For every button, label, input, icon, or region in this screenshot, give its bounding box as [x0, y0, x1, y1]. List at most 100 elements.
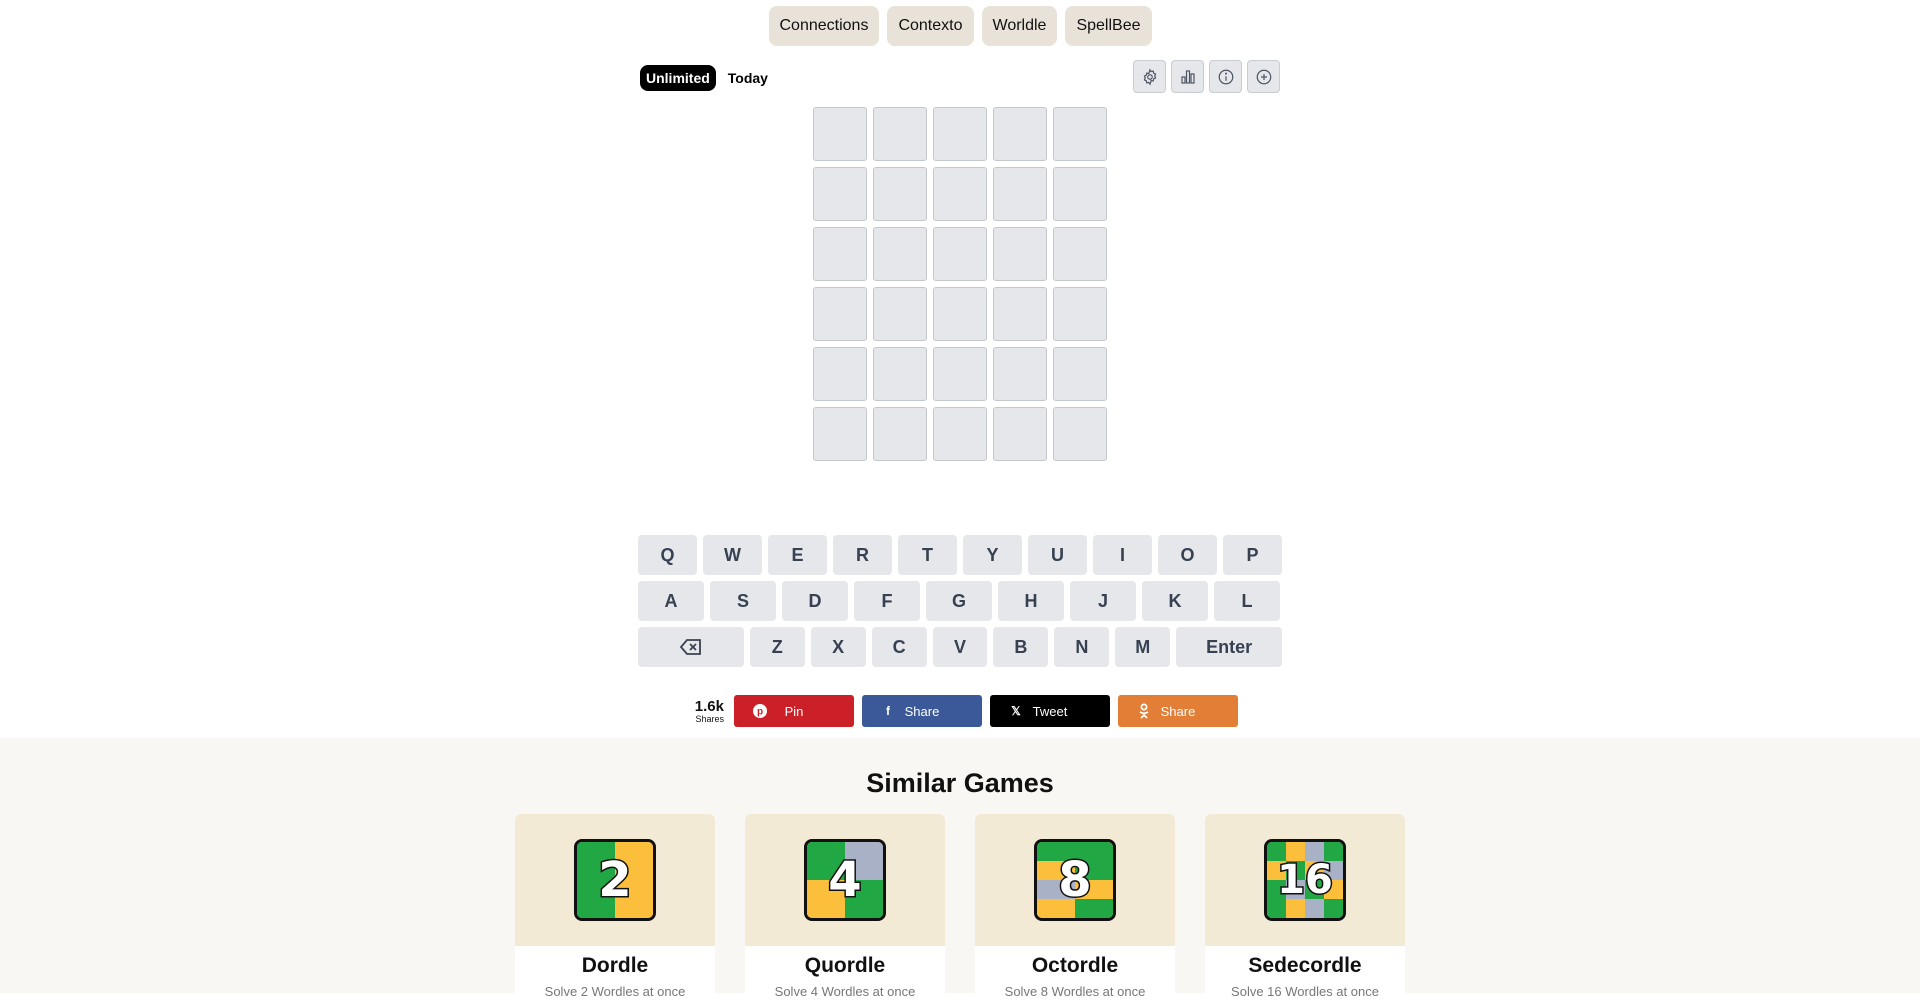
board-tile	[813, 107, 867, 161]
board-tile	[933, 407, 987, 461]
odnoklassniki-share-button[interactable]: Share	[1118, 695, 1238, 727]
share-count-label: Shares	[695, 713, 724, 724]
x-share-button[interactable]: 𝕏 Tweet	[990, 695, 1110, 727]
board-tile	[933, 287, 987, 341]
nav-spellbee[interactable]: SpellBee	[1065, 6, 1152, 46]
key-j[interactable]: J	[1070, 581, 1136, 621]
game-card-description: Solve 4 Wordles at once	[774, 984, 916, 999]
stats-button[interactable]	[1171, 60, 1204, 93]
key-t[interactable]: T	[898, 535, 957, 575]
key-a[interactable]: A	[638, 581, 704, 621]
key-z[interactable]: Z	[749, 627, 805, 667]
backspace-icon	[679, 639, 701, 655]
board-tile	[1053, 347, 1107, 401]
game-logo-icon: 16	[1264, 839, 1346, 921]
backspace-key[interactable]	[638, 627, 744, 667]
board-tile	[873, 227, 927, 281]
board-tile	[873, 107, 927, 161]
board-tile	[813, 167, 867, 221]
game-card-image: 4	[745, 814, 945, 946]
board-tile	[813, 407, 867, 461]
board-tile	[993, 107, 1047, 161]
key-s[interactable]: S	[710, 581, 776, 621]
game-card-description: Solve 8 Wordles at once	[1004, 984, 1146, 999]
similar-games-section: Similar Games 2 Dordle Solve 2 Wordles at …	[0, 738, 1920, 1004]
svg-text:p: p	[757, 707, 763, 718]
key-c[interactable]: C	[871, 627, 927, 667]
board-tile	[813, 287, 867, 341]
key-i[interactable]: I	[1093, 535, 1152, 575]
enter-key[interactable]: Enter	[1176, 627, 1282, 667]
mode-toggle: Unlimited Today	[640, 64, 770, 92]
odnoklassniki-icon	[1136, 703, 1152, 719]
board-tile	[933, 107, 987, 161]
key-h[interactable]: H	[998, 581, 1064, 621]
pinterest-share-button[interactable]: p Pin	[734, 695, 854, 727]
facebook-icon: f	[886, 704, 890, 718]
board-tile	[993, 227, 1047, 281]
game-card-title: Dordle	[581, 954, 649, 977]
nav-connections[interactable]: Connections	[768, 6, 880, 46]
game-logo-icon: 4	[804, 839, 886, 921]
toolbar	[1133, 60, 1280, 93]
info-button[interactable]	[1209, 60, 1242, 93]
board-tile	[933, 167, 987, 221]
game-card-title: Sedecordle	[1248, 954, 1362, 977]
x-icon: 𝕏	[1011, 704, 1021, 718]
bar-chart-icon	[1180, 69, 1195, 84]
game-card-dordle[interactable]: 2 Dordle Solve 2 Wordles at once	[515, 814, 715, 1004]
game-card-title: Quordle	[804, 954, 886, 977]
board-tile	[993, 167, 1047, 221]
game-card-quordle[interactable]: 4 Quordle Solve 4 Wordles at once	[745, 814, 945, 1004]
game-card-description: Solve 16 Wordles at once	[1231, 984, 1379, 999]
key-b[interactable]: B	[993, 627, 1049, 667]
key-o[interactable]: O	[1158, 535, 1217, 575]
key-r[interactable]: R	[833, 535, 892, 575]
board-tile	[993, 347, 1047, 401]
info-icon	[1218, 69, 1233, 84]
key-y[interactable]: Y	[963, 535, 1022, 575]
board-tile	[873, 287, 927, 341]
game-logo-number: 4	[827, 851, 863, 910]
key-l[interactable]: L	[1214, 581, 1280, 621]
key-e[interactable]: E	[768, 535, 827, 575]
key-u[interactable]: U	[1028, 535, 1087, 575]
key-f[interactable]: F	[854, 581, 920, 621]
gear-icon	[1143, 68, 1156, 85]
key-m[interactable]: M	[1115, 627, 1171, 667]
key-g[interactable]: G	[926, 581, 992, 621]
similar-games-list: 2 Dordle Solve 2 Wordles at once 4 Quordle So…	[515, 814, 1405, 1004]
keyboard-row-1: QWERTYUIOP	[638, 535, 1282, 575]
key-n[interactable]: N	[1054, 627, 1110, 667]
key-p[interactable]: P	[1223, 535, 1282, 575]
settings-button[interactable]	[1133, 60, 1166, 93]
key-d[interactable]: D	[782, 581, 848, 621]
game-logo-number: 16	[1276, 856, 1335, 905]
nav-worldle[interactable]: Worldle	[981, 6, 1058, 46]
share-count-value: 1.6k	[694, 697, 724, 715]
plus-circle-icon	[1256, 69, 1271, 84]
board-tile	[1053, 287, 1107, 341]
game-card-description: Solve 2 Wordles at once	[544, 984, 686, 999]
key-w[interactable]: W	[703, 535, 762, 575]
board-tile	[993, 407, 1047, 461]
board-tile	[873, 347, 927, 401]
key-x[interactable]: X	[810, 627, 866, 667]
top-nav: Connections Contexto Worldle SpellBee	[0, 6, 1920, 46]
board-tile	[1053, 107, 1107, 161]
game-card-sedecordle[interactable]: 16 Sedecordle Solve 16 Wordles at once	[1205, 814, 1405, 1004]
board-tile	[1053, 167, 1107, 221]
key-q[interactable]: Q	[638, 535, 697, 575]
key-k[interactable]: K	[1142, 581, 1208, 621]
facebook-share-button[interactable]: f Share	[862, 695, 982, 727]
mode-today-button[interactable]: Today	[726, 64, 770, 92]
key-v[interactable]: V	[932, 627, 988, 667]
share-bar: 1.6k Shares p Pin f Share 𝕏 Tweet Share	[690, 695, 1238, 727]
mode-unlimited-button[interactable]: Unlimited	[640, 65, 716, 91]
similar-games-heading: Similar Games	[866, 768, 1054, 798]
board-tile	[1053, 407, 1107, 461]
game-card-octordle[interactable]: 8 Octordle Solve 8 Wordles at once	[975, 814, 1175, 1004]
nav-contexto[interactable]: Contexto	[887, 6, 974, 46]
add-button[interactable]	[1247, 60, 1280, 93]
game-logo-icon: 2	[574, 839, 656, 921]
